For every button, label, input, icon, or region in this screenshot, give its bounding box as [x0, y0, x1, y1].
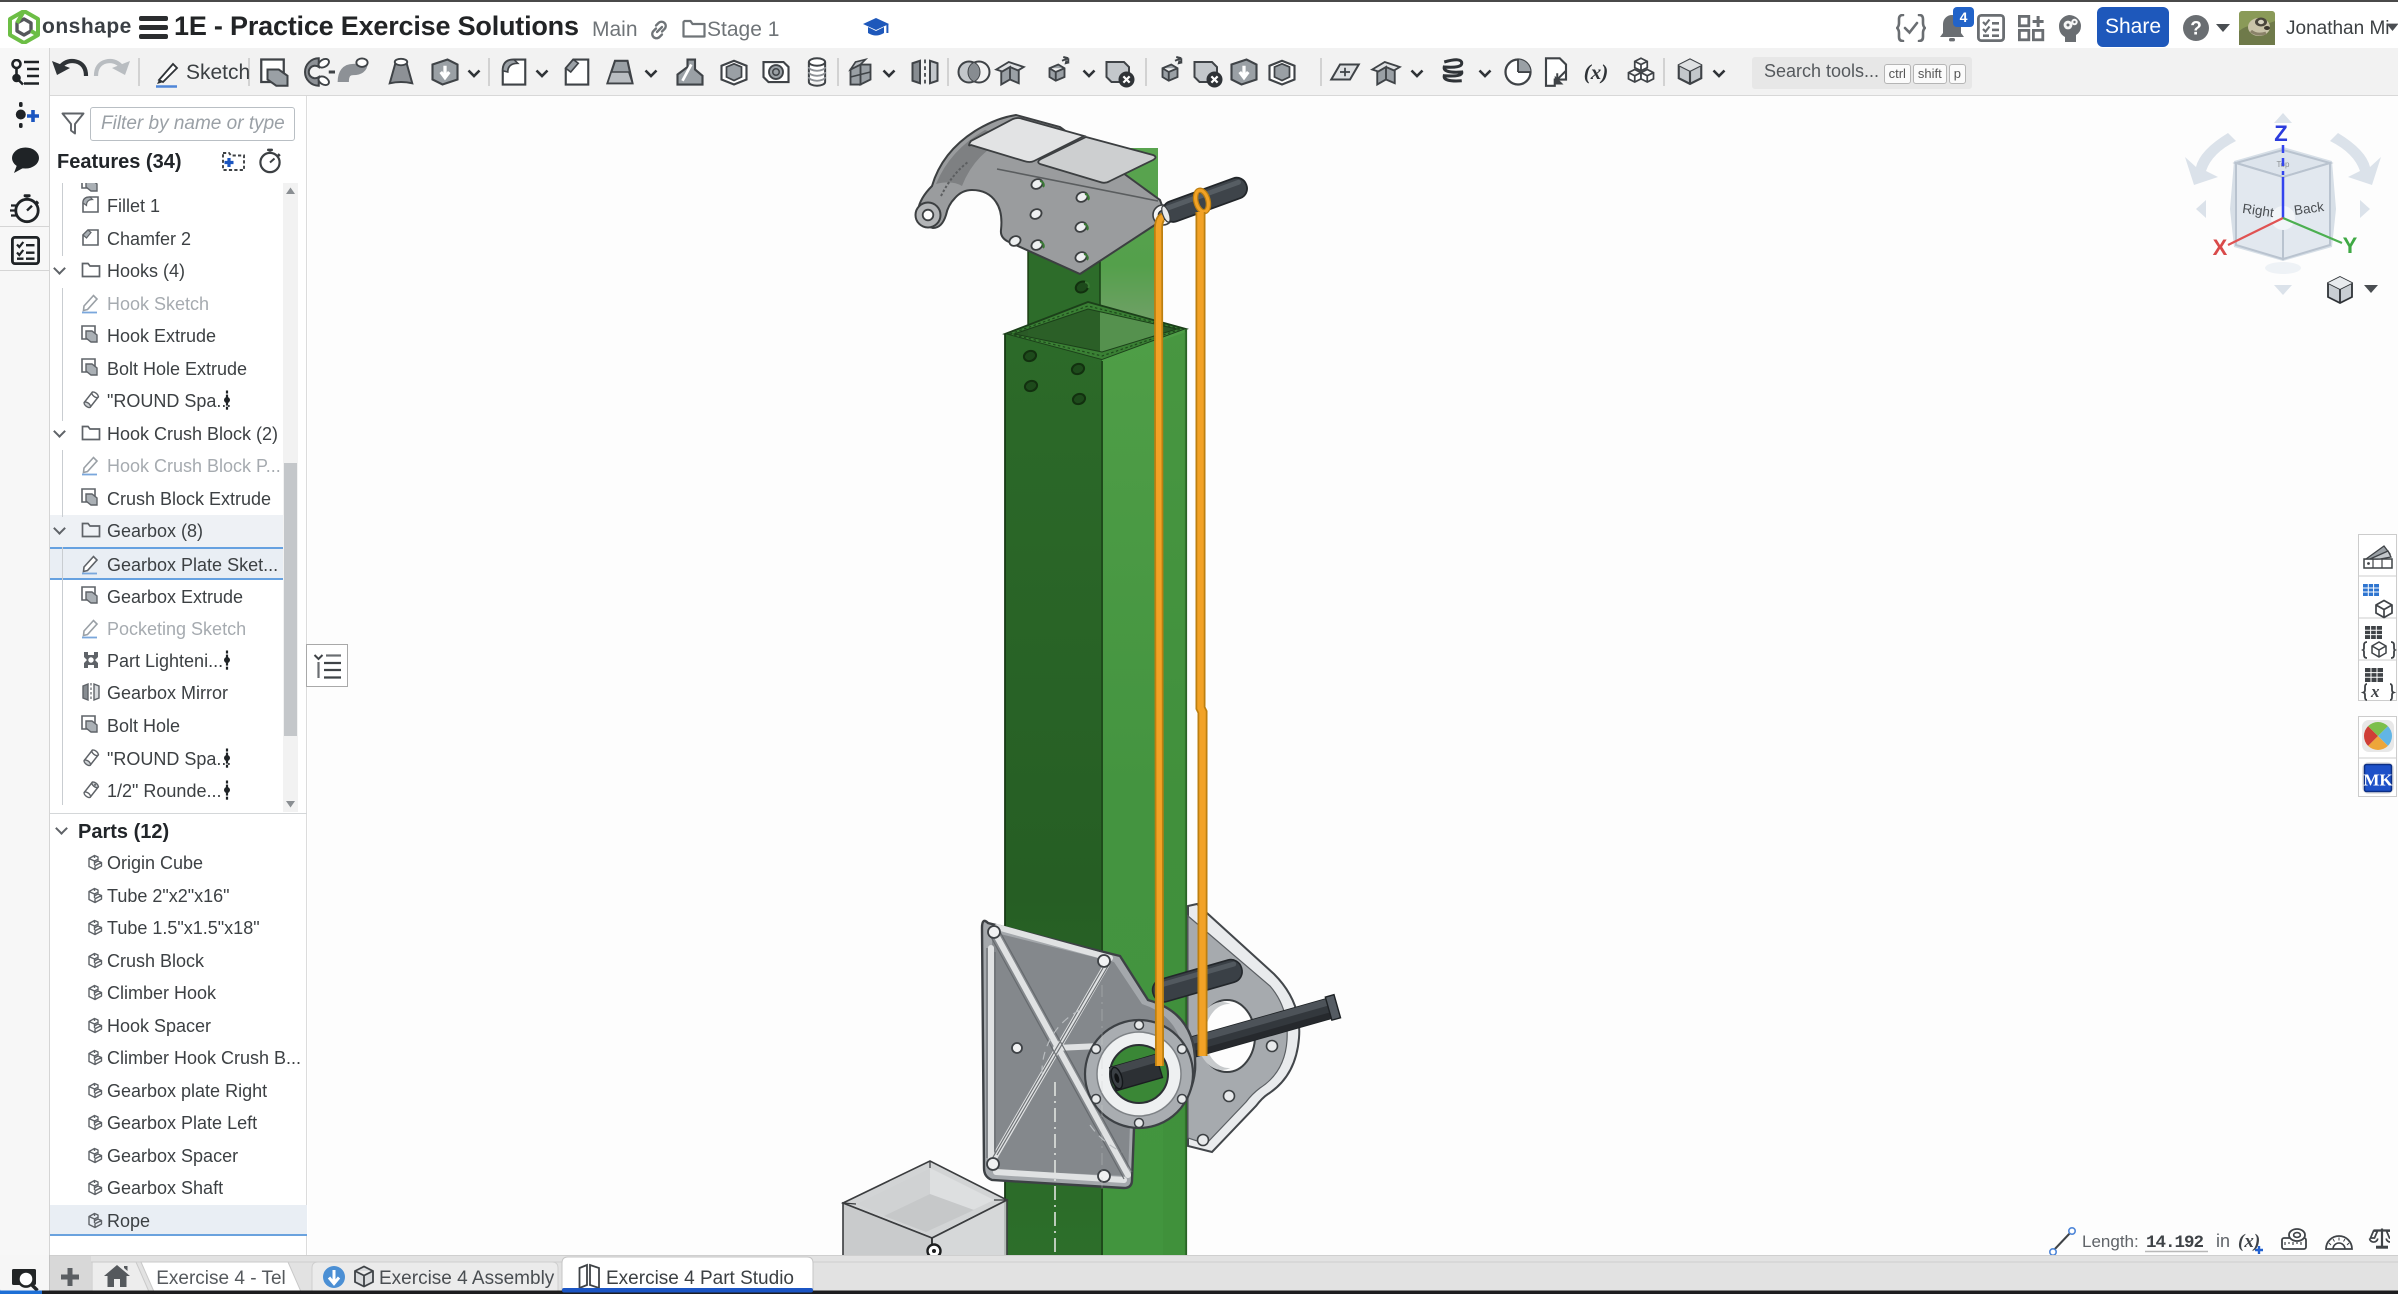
svg-text:Z: Z [2274, 121, 2287, 146]
svg-text:Y: Y [2343, 233, 2358, 258]
svg-text:Length:: Length: [2082, 1232, 2139, 1251]
svg-text:(x): (x) [1584, 60, 1609, 84]
svg-text:?: ? [2190, 19, 2202, 40]
svg-text:Exercise 4 Assembly: Exercise 4 Assembly [379, 1268, 555, 1289]
svg-text:x: x [2370, 682, 2380, 701]
svg-text:MK: MK [2363, 771, 2393, 790]
svg-text:X: X [2213, 235, 2228, 260]
svg-text:Exercise 4 Part Studio: Exercise 4 Part Studio [606, 1268, 794, 1289]
svg-text:Exercise 4 - Tel: Exercise 4 - Tel [156, 1268, 286, 1289]
svg-text:in: in [2216, 1231, 2230, 1251]
svg-text:14.192: 14.192 [2146, 1233, 2204, 1253]
